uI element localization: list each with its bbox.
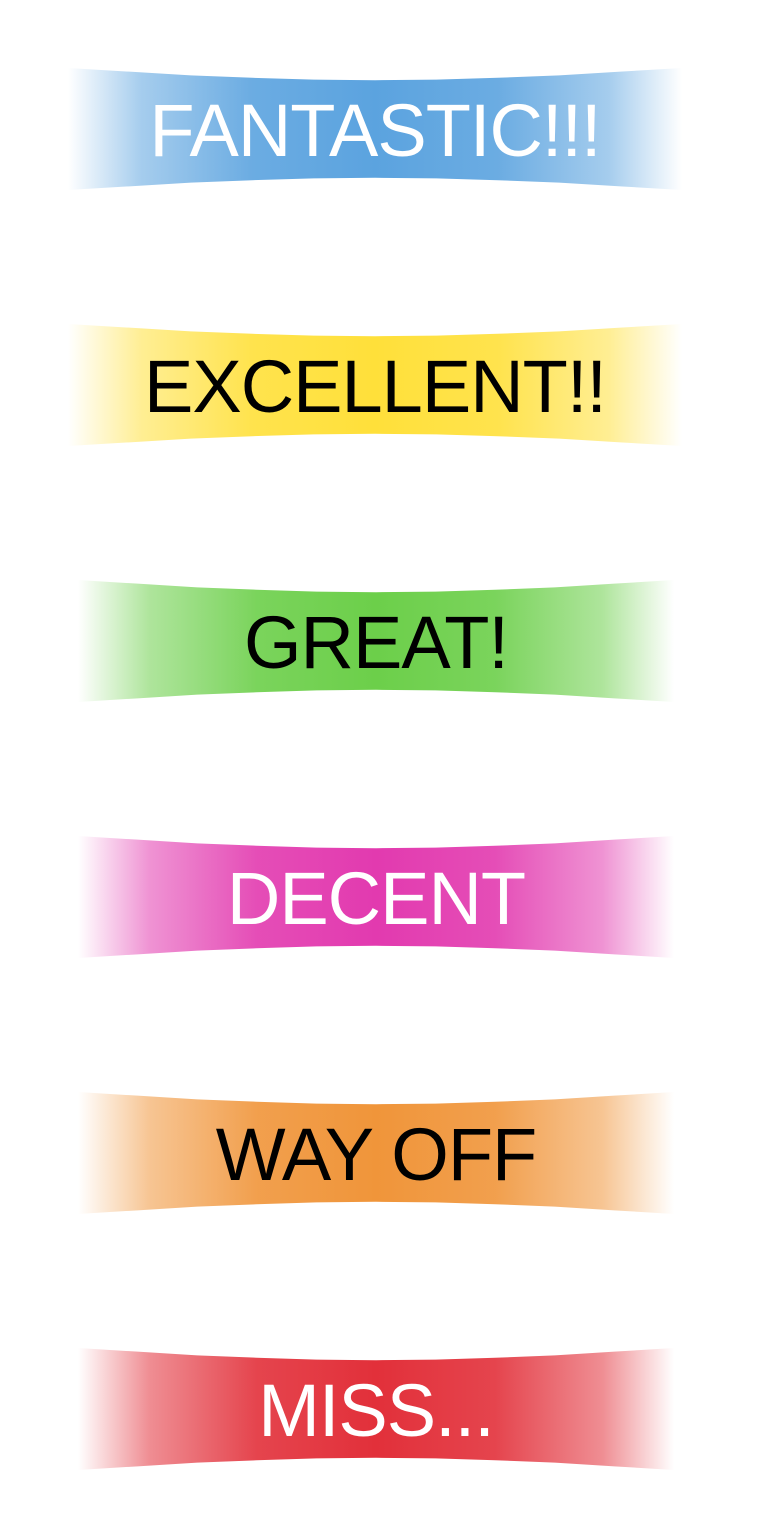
judgement-label-miss: MISS... xyxy=(258,1369,495,1452)
judgement-label-excellent: EXCELLENT!! xyxy=(144,345,607,428)
judgement-banner-way-off: WAY OFF xyxy=(78,1092,674,1214)
judgement-banner-miss: MISS... xyxy=(78,1348,674,1470)
judgement-label-way-off: WAY OFF xyxy=(215,1113,538,1196)
judgement-label-great: GREAT! xyxy=(244,601,509,684)
judgement-banner-great: GREAT! xyxy=(78,580,674,702)
judgement-banner-fantastic: FANTASTIC!!! xyxy=(68,68,682,190)
judgement-banner-excellent: EXCELLENT!! xyxy=(68,324,682,446)
judgement-banner-decent: DECENT xyxy=(78,836,674,958)
judgement-label-fantastic: FANTASTIC!!! xyxy=(149,89,601,172)
judgement-label-decent: DECENT xyxy=(226,857,526,940)
